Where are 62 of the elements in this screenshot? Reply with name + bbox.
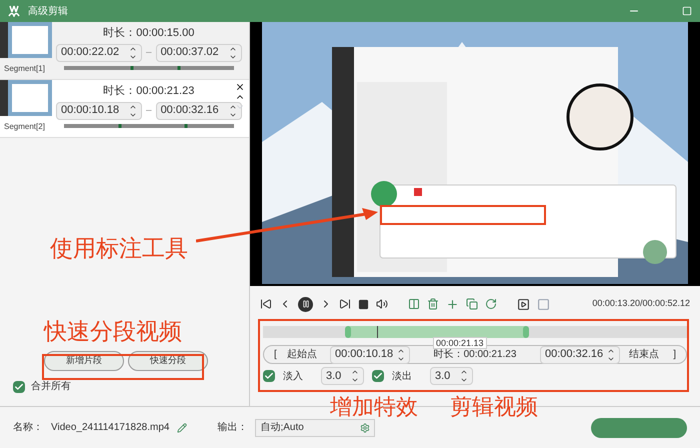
copy-icon[interactable]: [466, 298, 478, 310]
pause-button[interactable]: [298, 296, 313, 312]
spin-up-icon[interactable]: [351, 368, 359, 376]
time-spin-field[interactable]: 00:00:10.18: [56, 102, 142, 120]
checkbox[interactable]: [372, 370, 384, 382]
thumbnail-drawing: [0, 22, 52, 58]
action-button[interactable]: [591, 418, 687, 438]
split-icon[interactable]: [408, 298, 420, 310]
maximize-icon[interactable]: [682, 6, 692, 16]
pause-icon: [302, 300, 310, 308]
thumbnail-drawing: [0, 80, 52, 116]
checkbox[interactable]: [263, 370, 275, 382]
time-spin-field[interactable]: 00:00:10.18: [330, 346, 410, 364]
close-icon[interactable]: [235, 82, 245, 92]
time-tooltip: 00:00:21.13: [433, 337, 487, 349]
annotation-text: 使用标注工具: [50, 237, 188, 260]
annotation-text: 剪辑视频: [450, 396, 538, 418]
spin-down-icon[interactable]: [460, 376, 468, 384]
checkbox-label: 合并所有: [31, 380, 71, 394]
volume-icon[interactable]: [376, 298, 388, 310]
checkbox[interactable]: [13, 380, 25, 392]
segment-item[interactable]: Segment[1] 时长：00:00:15.00 00:00:22.02 – 00:00:37.02: [0, 22, 249, 80]
stop-icon[interactable]: [358, 298, 369, 310]
segment-label: Segment[1]: [4, 63, 46, 75]
end-point-button[interactable]: 结束点 ]: [620, 346, 686, 363]
start-point-button[interactable]: [ 起始点: [264, 346, 330, 363]
go-to-end-icon[interactable]: [339, 298, 351, 310]
time-spin-field[interactable]: 00:00:22.02: [56, 44, 142, 62]
timeline-track[interactable]: [263, 326, 687, 338]
settings-icon[interactable]: [360, 422, 370, 432]
time-spin-field[interactable]: 3.0: [430, 367, 473, 385]
segment-label: Segment[2]: [4, 121, 46, 133]
file-name: Video_241114171828.mp4: [51, 421, 170, 435]
add-icon[interactable]: [446, 298, 459, 310]
output-dropdown[interactable]: 自动;Auto: [255, 418, 376, 436]
duration-text: 时长：00:00:21.23: [432, 348, 518, 362]
go-to-start-icon[interactable]: [260, 298, 272, 310]
checkbox-label: 淡出: [392, 370, 413, 384]
spin-up-icon[interactable]: [460, 368, 468, 376]
play-selection-icon[interactable]: [517, 298, 530, 310]
delete-icon[interactable]: [427, 298, 439, 310]
range-separator: –: [146, 104, 152, 118]
output-label: 输出：: [217, 420, 248, 435]
name-label: 名称：: [13, 421, 43, 435]
playback-time: 00:00:13.20/00:00:52.12: [592, 297, 690, 310]
edit-icon[interactable]: [177, 422, 188, 432]
checkbox-label: 淡入: [283, 370, 304, 384]
time-spin-field[interactable]: 00:00:32.16: [156, 102, 242, 120]
annotation-text: 增加特效: [330, 396, 418, 418]
range-separator: –: [146, 46, 152, 60]
time-spin-field[interactable]: 00:00:37.02: [156, 44, 242, 62]
segment-button[interactable]: 新增片段: [44, 351, 124, 371]
time-spin-field[interactable]: 00:00:32.16: [540, 346, 620, 364]
duration-text: 时长：00:00:21.23: [103, 84, 194, 99]
range-handle[interactable]: [344, 326, 351, 338]
segment-item[interactable]: Segment[2] 时长：00:00:21.23 00:00:10.18 – 00:00:32.16: [0, 80, 249, 138]
duration-text: 时长：00:00:15.00: [103, 26, 194, 41]
reset-icon[interactable]: [485, 298, 497, 310]
time-spin-field[interactable]: 3.0: [321, 367, 364, 385]
spin-down-icon[interactable]: [351, 376, 359, 384]
window-title: 高级剪辑: [28, 4, 68, 18]
annotation-text: 快速分段视频: [44, 320, 182, 343]
